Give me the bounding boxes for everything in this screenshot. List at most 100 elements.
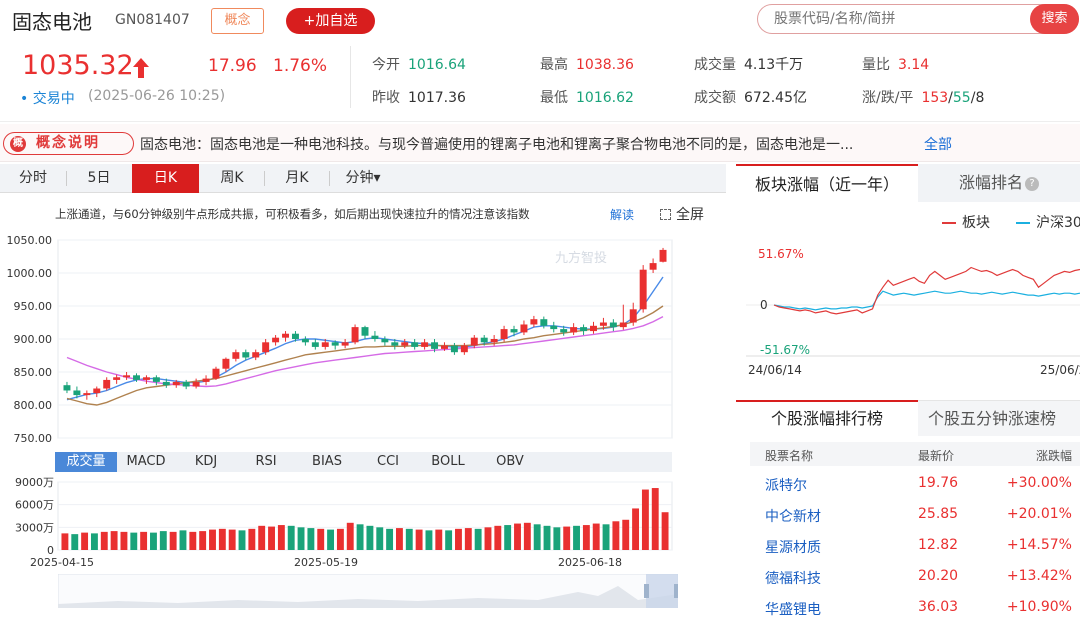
tab-stock-gain-ranking[interactable]: 个股涨幅排行榜 <box>736 400 918 436</box>
ranking-row[interactable]: 德福科技 20.20 +13.42% <box>750 561 1080 591</box>
volume-bar <box>405 528 413 550</box>
indicator-bias[interactable]: BIAS <box>297 452 357 472</box>
tab-daily-k[interactable]: 日K <box>132 164 199 193</box>
search-button[interactable]: 搜索 <box>1030 4 1079 34</box>
sector-chart: 51.67% 0 -51.67% 24/06/14 25/06/26 <box>746 247 1080 377</box>
candle <box>649 263 657 270</box>
volume-bar <box>533 524 541 550</box>
candle <box>590 325 597 332</box>
candle <box>659 249 667 262</box>
volume-bar <box>159 531 167 550</box>
price-change: 17.96 <box>208 56 257 76</box>
volume-bar <box>602 524 610 550</box>
indicator-kdj[interactable]: KDJ <box>177 452 235 472</box>
candle <box>133 375 140 380</box>
ranking-header: 股票名称 最新价 涨跌幅 <box>750 442 1080 466</box>
tab-weekly-k[interactable]: 周K <box>200 164 264 193</box>
candle <box>202 378 210 382</box>
tab-monthly-k[interactable]: 月K <box>265 164 329 193</box>
range-navigator[interactable] <box>58 574 678 608</box>
volume-bar <box>61 533 69 550</box>
candle <box>530 319 538 325</box>
ranking-row[interactable]: 华盛锂电 36.03 +10.90% <box>750 592 1080 622</box>
volume-bar <box>258 525 266 550</box>
candle <box>510 329 518 333</box>
tab-minute[interactable]: 分钟▾ <box>330 164 396 193</box>
volume-bar <box>553 527 561 550</box>
volume-bar <box>395 528 403 550</box>
volume-bar <box>336 528 344 550</box>
volume-bar <box>455 528 462 550</box>
candle <box>282 333 290 338</box>
candle <box>291 333 299 339</box>
tab-5day[interactable]: 5日 <box>67 164 131 193</box>
navigator-handle-right[interactable] <box>674 584 678 598</box>
volume-bar <box>90 533 98 550</box>
indicator-cci[interactable]: CCI <box>357 452 419 472</box>
candle <box>192 381 200 387</box>
volume-bar <box>218 528 226 550</box>
candle <box>500 329 508 339</box>
candle <box>639 269 647 310</box>
volume-bar <box>209 529 216 550</box>
volume-bar <box>110 531 118 550</box>
x-tick-label: 2025-05-19 <box>294 556 358 569</box>
tab-intraday[interactable]: 分时 <box>0 164 66 193</box>
candle <box>351 327 359 343</box>
volume-bar <box>641 489 649 550</box>
ranking-row[interactable]: 星源材质 12.82 +14.57% <box>750 530 1080 560</box>
candle <box>520 324 528 333</box>
tab-sector-performance[interactable]: 板块涨幅（近一年） <box>736 164 918 202</box>
candle <box>470 337 478 346</box>
add-watchlist-button[interactable]: +加自选 <box>286 8 375 34</box>
candle <box>73 390 81 396</box>
volume-bar <box>238 530 246 550</box>
volume-bar <box>71 534 79 550</box>
volume-bar <box>651 488 659 550</box>
candle <box>301 339 309 343</box>
search-input[interactable] <box>774 9 1024 29</box>
kline-chart[interactable]: 1050.00 1000.00 950.00 900.00 850.00 800.00 75… <box>0 230 726 452</box>
navigator-window[interactable] <box>646 574 678 608</box>
volume-bar <box>81 532 89 550</box>
candle <box>212 368 220 379</box>
y-tick-label: 1050.00 <box>7 234 53 247</box>
candle <box>162 381 170 386</box>
watermark: 九方智投 <box>555 250 607 266</box>
indicator-rsi[interactable]: RSI <box>237 452 295 472</box>
indicator-boll[interactable]: BOLL <box>417 452 479 472</box>
indicator-obv[interactable]: OBV <box>479 452 541 472</box>
current-price: 1035.32 <box>22 50 134 81</box>
ranking-row[interactable]: 派特尔 19.76 +30.00% <box>750 468 1080 498</box>
ranking-tabs: 个股涨幅排行榜 个股五分钟涨速榜 <box>736 400 1080 436</box>
candle <box>103 379 111 389</box>
indicator-macd[interactable]: MACD <box>117 452 175 472</box>
volume-bar <box>474 528 482 550</box>
interpret-link[interactable]: 解读 <box>610 206 634 223</box>
candle <box>480 337 488 343</box>
y-tick-label: 900.00 <box>14 333 53 346</box>
volume-bar <box>356 524 364 550</box>
candle <box>172 381 180 386</box>
analysis-hint: 上涨通道，与60分钟级别牛点形成共振，可积极看多，如后期出现快速拉升的情况注意该… <box>55 207 530 221</box>
show-all-link[interactable]: 全部 <box>924 134 952 154</box>
candle <box>361 327 369 336</box>
volume-bar <box>140 531 148 550</box>
candle <box>391 342 399 346</box>
navigator-handle-left[interactable] <box>644 584 649 598</box>
volume-bar <box>228 529 236 550</box>
fullscreen-button[interactable]: 全屏 <box>660 204 704 224</box>
y-top-label: 51.67% <box>758 247 804 261</box>
volume-bar <box>415 529 423 550</box>
candle <box>113 377 121 380</box>
candle <box>629 309 637 323</box>
indicator-volume[interactable]: 成交量 <box>55 452 117 472</box>
volume-bar <box>248 528 256 550</box>
volume-bar <box>346 522 354 550</box>
tab-five-minute-speed[interactable]: 个股五分钟涨速榜 <box>928 401 1080 437</box>
x-tick-label: 2025-06-18 <box>558 556 622 569</box>
ranking-row[interactable]: 中仑新材 25.85 +20.01% <box>750 499 1080 529</box>
concept-tag: 概 概念说明 <box>3 132 134 155</box>
tab-gain-ranking[interactable]: 涨幅排名? <box>918 164 1080 202</box>
volume-bar <box>464 528 472 550</box>
